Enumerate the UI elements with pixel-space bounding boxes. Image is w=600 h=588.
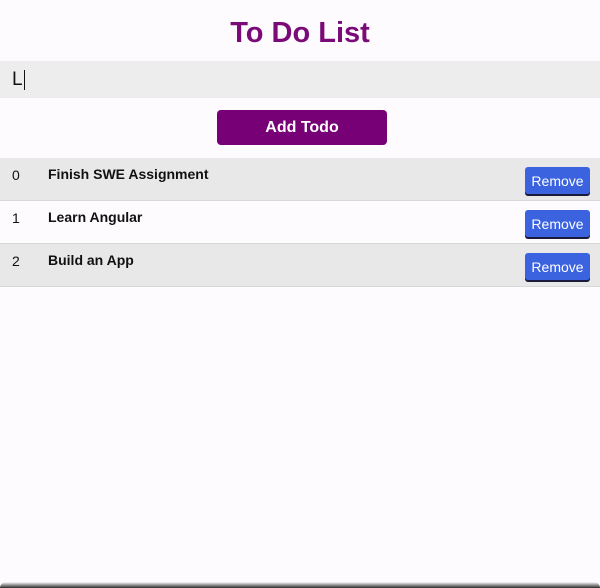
todo-index: 1	[12, 210, 20, 226]
todo-app: To Do List L Add Todo 0 Finish SWE Assig…	[0, 0, 600, 588]
todo-input[interactable]: L	[12, 69, 25, 91]
todo-list: 0 Finish SWE Assignment Remove 1 Learn A…	[0, 158, 600, 287]
todo-input-value: L	[12, 68, 23, 90]
todo-text: Learn Angular	[48, 209, 143, 225]
remove-button[interactable]: Remove	[525, 210, 590, 237]
todo-text: Build an App	[48, 252, 134, 268]
window-bottom-edge	[0, 582, 600, 588]
remove-button[interactable]: Remove	[525, 167, 590, 194]
todo-index: 0	[12, 167, 20, 183]
todo-input-bar[interactable]: L	[0, 61, 600, 98]
text-caret	[23, 69, 25, 90]
todo-text: Finish SWE Assignment	[48, 166, 209, 182]
todo-index: 2	[12, 253, 20, 269]
todo-row: 1 Learn Angular Remove	[0, 201, 600, 244]
add-todo-button[interactable]: Add Todo	[217, 110, 387, 145]
remove-button[interactable]: Remove	[525, 253, 590, 280]
todo-row: 0 Finish SWE Assignment Remove	[0, 158, 600, 201]
todo-row: 2 Build an App Remove	[0, 244, 600, 287]
page-title: To Do List	[230, 17, 370, 49]
